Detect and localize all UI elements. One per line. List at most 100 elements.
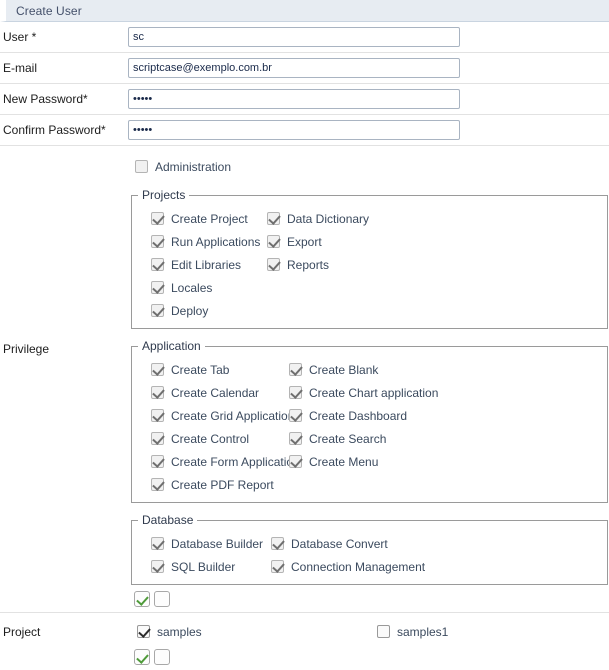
checkbox-deploy[interactable]: Deploy [151,299,267,322]
privilege-check-all-button[interactable] [134,591,150,607]
checkbox-create-chart-application[interactable]: Create Chart application [289,381,607,404]
checkbox-database-builder[interactable]: Database Builder [151,532,271,555]
checkbox-label: Create Menu [309,454,379,469]
checkbox-label: Create Search [309,431,387,446]
checkbox-input[interactable] [289,409,302,422]
user-label: User * [3,30,37,44]
privilege-label: Privilege [3,342,50,356]
checkbox-create-grid-application[interactable]: Create Grid Application [151,404,294,427]
database-legend: Database [142,513,194,527]
checkbox-samples[interactable]: samples [137,620,377,643]
email-label: E-mail [3,61,38,75]
checkbox-input[interactable] [289,432,302,445]
checkbox-data-dictionary[interactable]: Data Dictionary [267,207,607,230]
administration-checkbox[interactable] [135,160,148,173]
checkbox-label: Create Project [171,211,248,226]
privilege-bulk-actions [128,585,609,612]
checkbox-input[interactable] [271,560,284,573]
checkbox-input[interactable] [151,478,164,491]
checkbox-label: Create Dashboard [309,408,408,423]
confirm-password-label: Confirm Password* [3,123,106,137]
checkbox-input[interactable] [151,386,164,399]
checkbox-label: Create PDF Report [171,477,274,492]
checkbox-input[interactable] [151,432,164,445]
checkbox-input[interactable] [267,212,280,225]
checkbox-input[interactable] [151,212,164,225]
checkbox-locales[interactable]: Locales [151,276,267,299]
checkbox-create-project[interactable]: Create Project [151,207,267,230]
checkbox-administration[interactable]: Administration [128,155,609,178]
user-input[interactable] [128,27,460,47]
grid-spacer [289,473,607,496]
form-row-confirm-password: Confirm Password* [0,115,609,146]
new-password-input[interactable] [128,89,460,109]
page-title: Create User [16,3,82,18]
panel-header: Create User [0,0,609,22]
checkbox-run-applications[interactable]: Run Applications [151,230,267,253]
checkbox-input[interactable] [289,386,302,399]
checkbox-input[interactable] [151,537,164,550]
checkbox-create-form-application[interactable]: Create Form Application [151,450,300,473]
checkbox-input[interactable] [151,409,164,422]
checkbox-input[interactable] [137,625,150,638]
checkbox-input[interactable] [151,235,164,248]
checkbox-input[interactable] [271,537,284,550]
checkbox-label: Database Convert [291,536,388,551]
form-row-project: Project samples samples1 [0,613,609,670]
checkbox-create-pdf-report[interactable]: Create PDF Report [151,473,289,496]
checkbox-create-menu[interactable]: Create Menu [289,450,607,473]
checkbox-create-blank[interactable]: Create Blank [289,358,607,381]
project-check-all-button[interactable] [134,649,150,665]
checkbox-label: Create Form Application [171,454,300,469]
checkbox-input[interactable] [151,258,164,271]
checkbox-label: Create Control [171,431,250,446]
checkbox-create-dashboard[interactable]: Create Dashboard [289,404,607,427]
grid-spacer [267,276,607,299]
projects-checkbox-grid: Create Project Data Dictionary Run Applica… [132,207,607,322]
checkbox-label: Export [287,234,322,249]
checkbox-input[interactable] [151,304,164,317]
checkbox-input[interactable] [151,281,164,294]
email-input[interactable] [128,58,460,78]
checkbox-input[interactable] [289,455,302,468]
project-checkbox-grid: samples samples1 [128,620,609,643]
checkbox-label: Deploy [171,303,209,318]
checkbox-database-convert[interactable]: Database Convert [271,532,607,555]
application-checkbox-grid: Create Tab Create Blank Create Calendar Cre… [132,358,607,496]
checkbox-label: Create Grid Application [171,408,295,423]
checkbox-edit-libraries[interactable]: Edit Libraries [151,253,267,276]
checkbox-samples1[interactable]: samples1 [377,620,609,643]
checkbox-label: Reports [287,257,330,272]
checkbox-input[interactable] [377,625,390,638]
checkbox-input[interactable] [151,455,164,468]
checkbox-create-tab[interactable]: Create Tab [151,358,289,381]
checkbox-export[interactable]: Export [267,230,607,253]
administration-label: Administration [155,159,232,174]
checkbox-label: Connection Management [291,559,426,574]
checkbox-label: samples [157,624,202,639]
checkbox-input[interactable] [151,363,164,376]
checkbox-input[interactable] [289,363,302,376]
checkbox-label: Database Builder [171,536,264,551]
new-password-label: New Password* [3,92,88,106]
checkbox-reports[interactable]: Reports [267,253,607,276]
checkbox-sql-builder[interactable]: SQL Builder [151,555,271,578]
form-row-new-password: New Password* [0,84,609,115]
privilege-uncheck-all-button[interactable] [154,591,170,607]
checkbox-input[interactable] [267,235,280,248]
form-row-email: E-mail [0,53,609,84]
fieldset-application: Application Create Tab Create Blank Create… [131,339,608,503]
checkbox-create-search[interactable]: Create Search [289,427,607,450]
project-bulk-actions [128,643,609,670]
checkbox-create-control[interactable]: Create Control [151,427,289,450]
projects-legend: Projects [142,188,186,202]
fieldset-projects: Projects Create Project Data Dictionary Ru… [131,188,608,329]
checkbox-create-calendar[interactable]: Create Calendar [151,381,289,404]
checkbox-input[interactable] [151,560,164,573]
fieldset-database: Database Database Builder Database Conver… [131,513,608,585]
checkbox-input[interactable] [267,258,280,271]
application-legend: Application [142,339,201,353]
project-uncheck-all-button[interactable] [154,649,170,665]
checkbox-connection-management[interactable]: Connection Management [271,555,607,578]
confirm-password-input[interactable] [128,120,460,140]
